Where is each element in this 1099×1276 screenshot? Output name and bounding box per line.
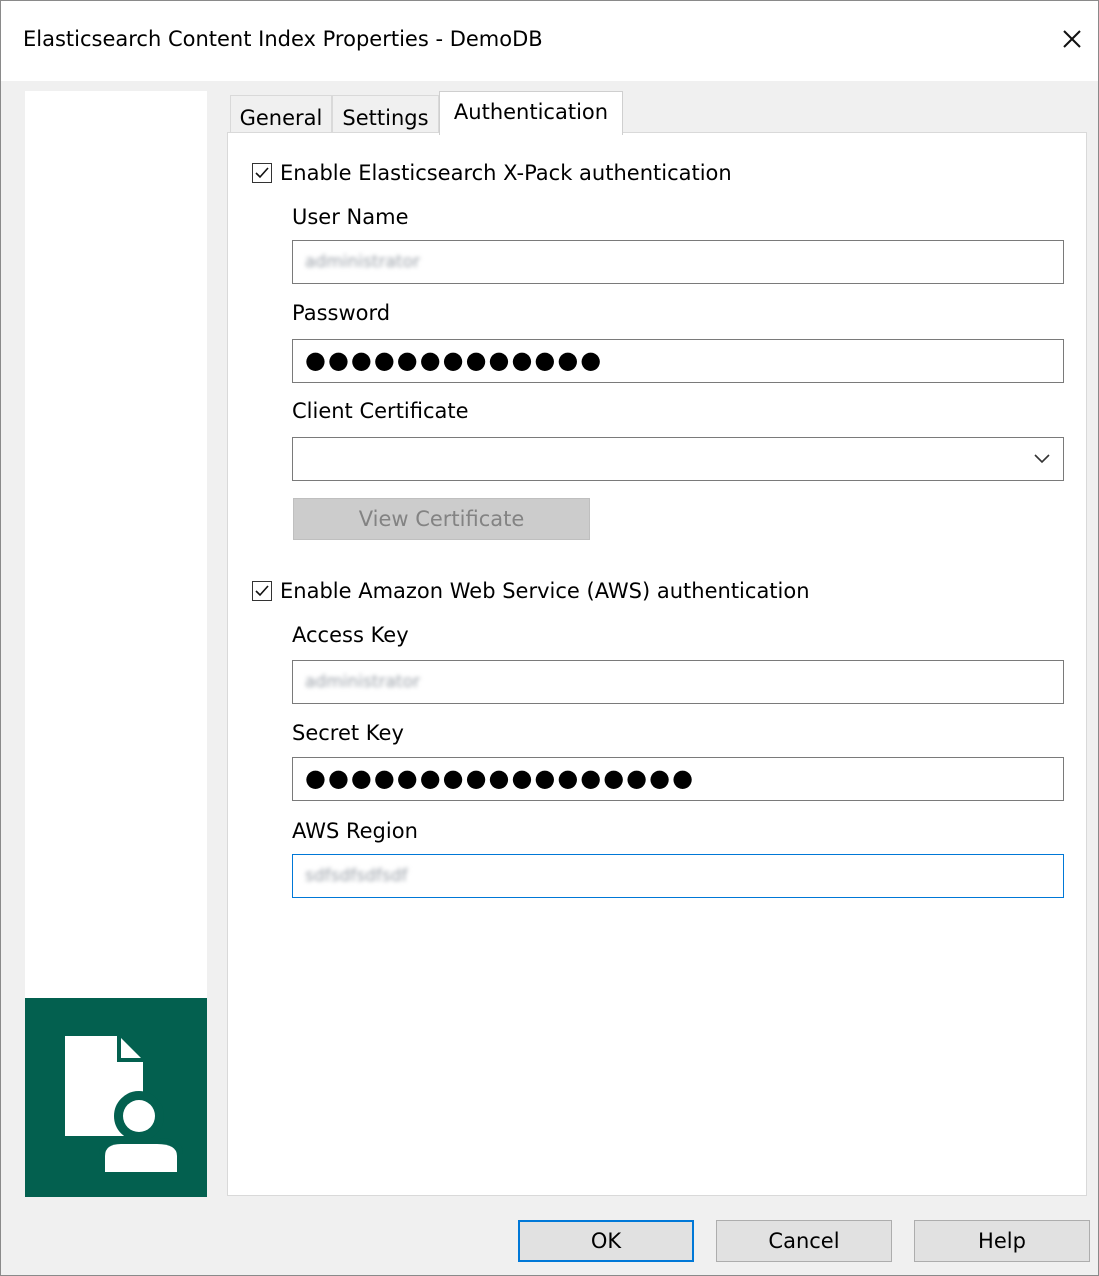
client-certificate-label: Client Certificate [292, 399, 469, 423]
help-button[interactable]: Help [914, 1220, 1090, 1262]
tab-authentication[interactable]: Authentication [439, 91, 623, 135]
tab-label: General [239, 106, 323, 130]
side-banner [25, 91, 207, 1197]
logo-panel [25, 998, 207, 1197]
secret-key-label: Secret Key [292, 721, 404, 745]
cancel-button[interactable]: Cancel [716, 1220, 892, 1262]
checkmark-icon [255, 167, 269, 179]
ok-label: OK [590, 1229, 622, 1253]
username-label: User Name [292, 205, 409, 229]
xpack-checkbox-row[interactable]: Enable Elasticsearch X-Pack authenticati… [252, 161, 732, 185]
checkmark-icon [255, 585, 269, 597]
tab-general[interactable]: General [230, 95, 332, 135]
title-bar: Elasticsearch Content Index Properties -… [1, 1, 1098, 81]
xpack-checkbox-label: Enable Elasticsearch X-Pack authenticati… [280, 161, 732, 185]
window-title: Elasticsearch Content Index Properties -… [23, 27, 543, 51]
password-input[interactable]: ●●●●●●●●●●●●● [292, 339, 1064, 383]
access-key-label: Access Key [292, 623, 409, 647]
view-certificate-label: View Certificate [358, 507, 525, 531]
username-input[interactable]: administrator [292, 240, 1064, 284]
aws-checkbox-row[interactable]: Enable Amazon Web Service (AWS) authenti… [252, 579, 810, 603]
close-button[interactable] [1054, 21, 1090, 57]
secret-key-input[interactable]: ●●●●●●●●●●●●●●●●● [292, 757, 1064, 801]
xpack-checkbox[interactable] [252, 163, 272, 183]
tab-settings[interactable]: Settings [332, 95, 439, 135]
client-certificate-select[interactable] [292, 437, 1064, 481]
chevron-down-icon [1034, 454, 1050, 464]
access-key-value: administrator [305, 672, 420, 692]
cancel-label: Cancel [768, 1229, 840, 1253]
aws-region-input[interactable]: sdfsdfsdfsdf [292, 854, 1064, 898]
view-certificate-button[interactable]: View Certificate [293, 498, 590, 540]
dialog-window: Elasticsearch Content Index Properties -… [0, 0, 1099, 1276]
access-key-input[interactable]: administrator [292, 660, 1064, 704]
username-value: administrator [305, 252, 420, 272]
aws-checkbox-label: Enable Amazon Web Service (AWS) authenti… [280, 579, 810, 603]
aws-region-value: sdfsdfsdfsdf [305, 866, 408, 886]
tab-label: Settings [342, 106, 429, 130]
close-icon [1063, 30, 1081, 48]
tab-label: Authentication [453, 100, 609, 124]
document-user-icon [65, 1036, 183, 1178]
ok-button[interactable]: OK [518, 1220, 694, 1262]
help-label: Help [978, 1229, 1026, 1253]
secret-key-value: ●●●●●●●●●●●●●●●●● [305, 764, 696, 792]
password-label: Password [292, 301, 391, 325]
aws-region-label: AWS Region [292, 819, 418, 843]
aws-checkbox[interactable] [252, 581, 272, 601]
password-value: ●●●●●●●●●●●●● [305, 346, 604, 374]
